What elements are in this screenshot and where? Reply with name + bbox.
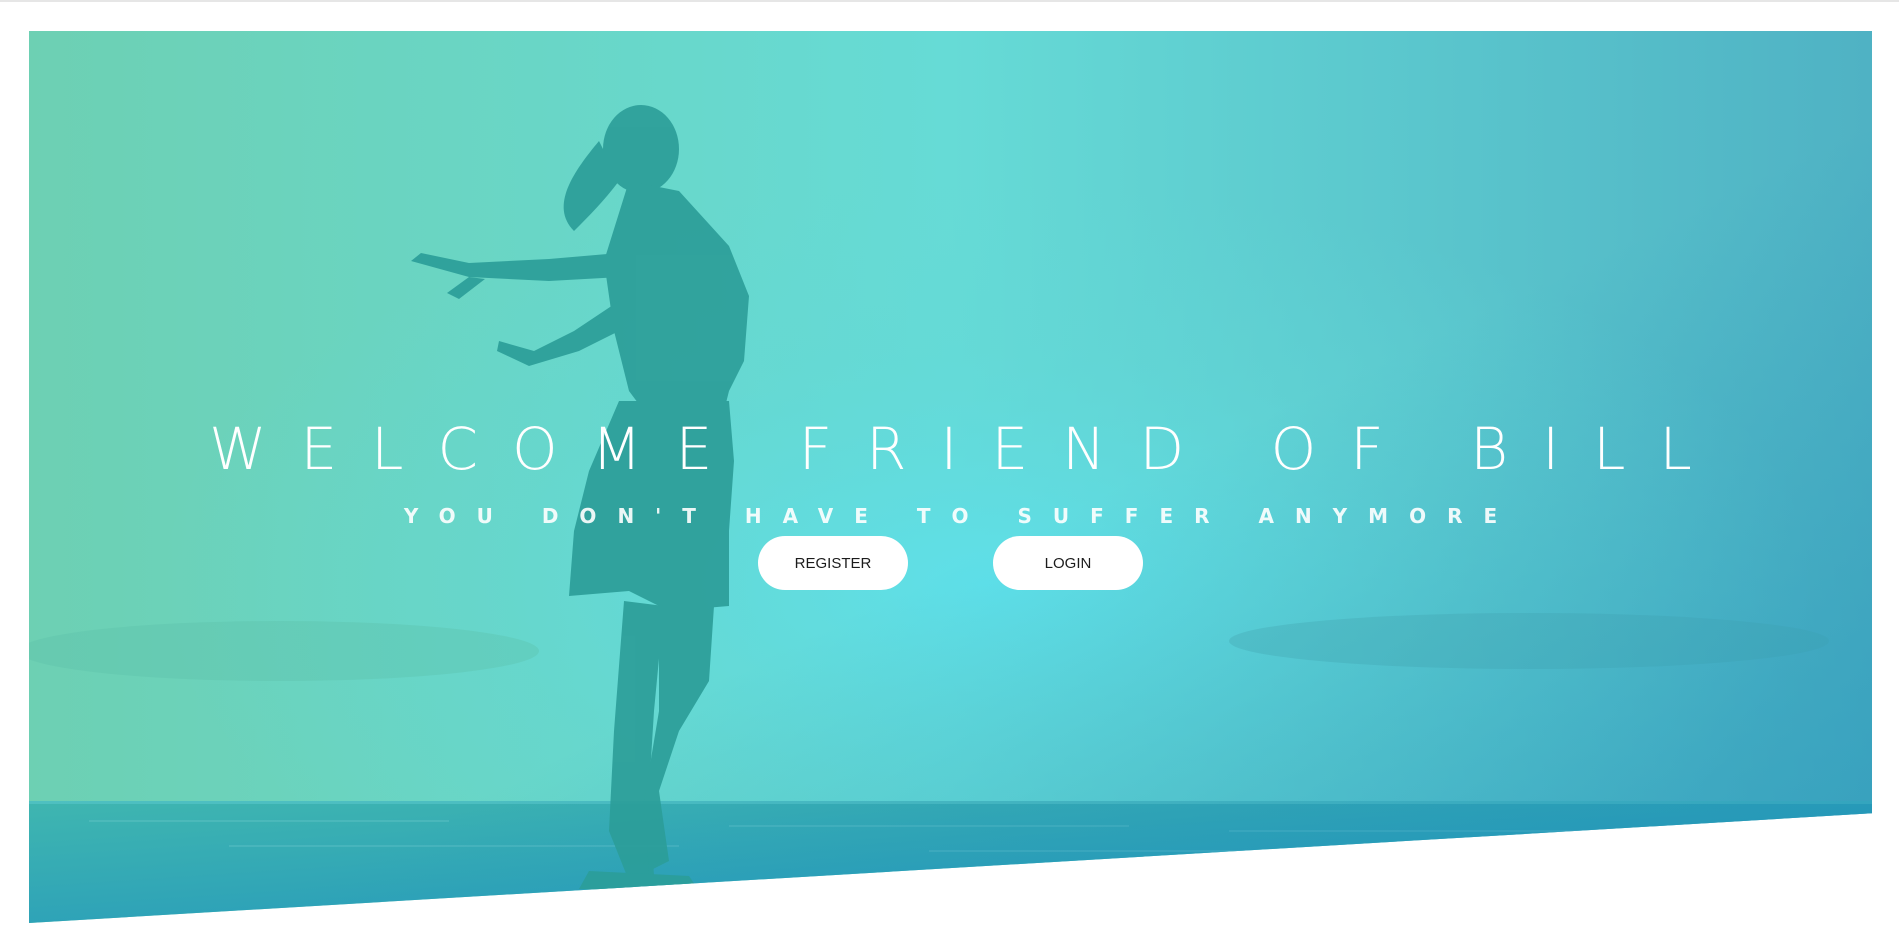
register-button[interactable]: REGISTER [758,536,908,590]
hero-subtitle: YOU DON'T HAVE TO SUFFER ANYMORE [403,504,1519,528]
hero-banner: WELCOME FRIEND OF BILL YOU DON'T HAVE TO… [29,31,1872,923]
top-border [0,0,1899,2]
hero-title: WELCOME FRIEND OF BILL [209,414,1726,483]
login-button[interactable]: LOGIN [993,536,1143,590]
